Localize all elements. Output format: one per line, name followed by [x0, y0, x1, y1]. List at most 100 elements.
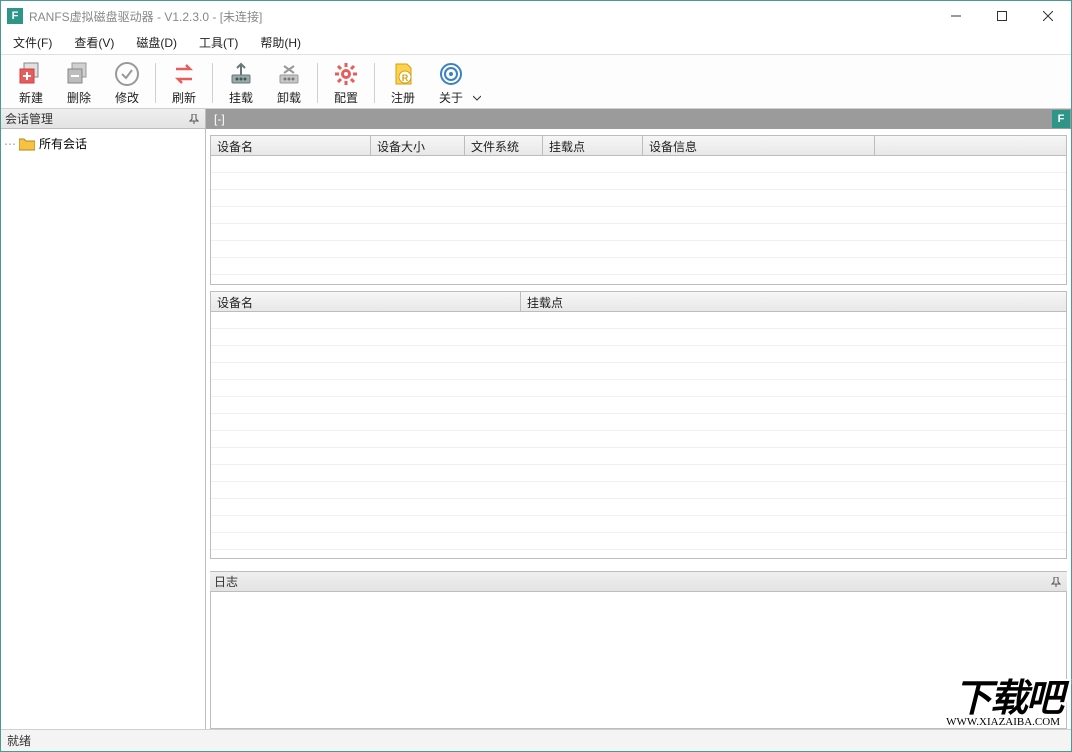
- status-bar: 就绪: [1, 729, 1071, 751]
- unmount-button[interactable]: 卸载: [265, 58, 313, 108]
- menu-tool[interactable]: 工具(T): [195, 32, 242, 53]
- table-row: [211, 482, 1066, 499]
- status-text: 就绪: [7, 732, 31, 749]
- tree-root-item[interactable]: ⋯ 所有会话: [3, 133, 203, 154]
- col-device-name[interactable]: 设备名: [211, 136, 371, 155]
- mount-grid: 设备名 挂载点: [210, 291, 1067, 559]
- table-row: [211, 533, 1066, 550]
- toolbar-separator: [317, 63, 318, 103]
- mount-label: 挂载: [229, 89, 253, 106]
- log-panel-title: 日志: [214, 573, 238, 590]
- refresh-label: 刷新: [172, 89, 196, 106]
- toolbar: 新建 删除 修改 刷新 挂载: [1, 55, 1071, 109]
- table-row: [211, 173, 1066, 190]
- tab-unconnected[interactable]: [-]: [206, 112, 233, 126]
- grids-container: 设备名 设备大小 文件系统 挂载点 设备信息: [206, 129, 1071, 729]
- about-button[interactable]: 关于: [427, 58, 475, 108]
- folder-icon: [19, 137, 35, 151]
- table-row: [211, 516, 1066, 533]
- minimize-button[interactable]: [933, 1, 979, 31]
- col-filesystem[interactable]: 文件系统: [465, 136, 543, 155]
- chevron-down-icon: [473, 94, 481, 102]
- log-panel-header: 日志: [210, 572, 1067, 592]
- log-body[interactable]: [210, 592, 1067, 729]
- log-pin-button[interactable]: [1049, 575, 1063, 589]
- device-grid: 设备名 设备大小 文件系统 挂载点 设备信息: [210, 135, 1067, 285]
- delete-icon: [65, 60, 93, 88]
- window-title: RANFS虚拟磁盘驱动器 - V1.2.3.0 - [未连接]: [29, 8, 933, 25]
- maximize-icon: [997, 11, 1007, 21]
- modify-label: 修改: [115, 89, 139, 106]
- delete-button[interactable]: 删除: [55, 58, 103, 108]
- col-device-size[interactable]: 设备大小: [371, 136, 465, 155]
- menu-file[interactable]: 文件(F): [9, 32, 56, 53]
- tree-connector: ⋯: [5, 137, 15, 151]
- session-panel: 会话管理 ⋯ 所有会话: [1, 109, 206, 729]
- config-label: 配置: [334, 89, 358, 106]
- col-device-info[interactable]: 设备信息: [643, 136, 875, 155]
- table-row: [211, 329, 1066, 346]
- session-tree[interactable]: ⋯ 所有会话: [1, 129, 205, 729]
- table-row: [211, 363, 1066, 380]
- modify-icon: [113, 60, 141, 88]
- about-label: 关于: [439, 89, 463, 106]
- session-panel-header: 会话管理: [1, 109, 205, 129]
- table-row: [211, 397, 1066, 414]
- main-window: F RANFS虚拟磁盘驱动器 - V1.2.3.0 - [未连接] 文件(F) …: [0, 0, 1072, 752]
- table-row: [211, 448, 1066, 465]
- table-row: [211, 431, 1066, 448]
- table-row: [211, 312, 1066, 329]
- col2-mountpoint[interactable]: 挂载点: [521, 292, 1066, 311]
- config-button[interactable]: 配置: [322, 58, 370, 108]
- toolbar-separator: [212, 63, 213, 103]
- col-mountpoint[interactable]: 挂载点: [543, 136, 643, 155]
- title-bar: F RANFS虚拟磁盘驱动器 - V1.2.3.0 - [未连接]: [1, 1, 1071, 31]
- menu-bar: 文件(F) 查看(V) 磁盘(D) 工具(T) 帮助(H): [1, 31, 1071, 55]
- col2-device-name[interactable]: 设备名: [211, 292, 521, 311]
- table-row: [211, 346, 1066, 363]
- refresh-button[interactable]: 刷新: [160, 58, 208, 108]
- delete-label: 删除: [67, 89, 91, 106]
- new-icon: [17, 60, 45, 88]
- modify-button[interactable]: 修改: [103, 58, 151, 108]
- refresh-icon: [170, 60, 198, 88]
- content-area: [-] F 设备名 设备大小 文件系统 挂载点 设备信息: [206, 109, 1071, 729]
- table-row: [211, 207, 1066, 224]
- table-row: [211, 258, 1066, 275]
- maximize-button[interactable]: [979, 1, 1025, 31]
- app-icon: F: [7, 8, 23, 24]
- about-icon: [437, 60, 465, 88]
- table-row: [211, 224, 1066, 241]
- mount-icon: [227, 60, 255, 88]
- mount-grid-header: 设备名 挂载点: [211, 292, 1066, 312]
- tab-bar: [-] F: [206, 109, 1071, 129]
- new-button[interactable]: 新建: [7, 58, 55, 108]
- menu-view[interactable]: 查看(V): [70, 32, 118, 53]
- session-panel-title: 会话管理: [5, 110, 53, 127]
- toolbar-separator: [155, 63, 156, 103]
- unmount-icon: [275, 60, 303, 88]
- table-row: [211, 190, 1066, 207]
- col-spacer: [875, 136, 1066, 155]
- log-panel: 日志: [210, 571, 1067, 729]
- menu-help[interactable]: 帮助(H): [256, 32, 305, 53]
- pin-icon: [1051, 577, 1061, 587]
- close-button[interactable]: [1025, 1, 1071, 31]
- mount-grid-body[interactable]: [211, 312, 1066, 558]
- svg-text:R: R: [402, 73, 409, 83]
- device-grid-body[interactable]: [211, 156, 1066, 284]
- tab-app-icon: F: [1052, 110, 1070, 128]
- table-row: [211, 414, 1066, 431]
- table-row: [211, 241, 1066, 258]
- toolbar-overflow[interactable]: [473, 58, 481, 108]
- tree-root-label: 所有会话: [39, 135, 87, 152]
- table-row: [211, 499, 1066, 516]
- menu-disk[interactable]: 磁盘(D): [132, 32, 181, 53]
- register-button[interactable]: R 注册: [379, 58, 427, 108]
- close-icon: [1043, 11, 1053, 21]
- toolbar-separator: [374, 63, 375, 103]
- main-area: 会话管理 ⋯ 所有会话 [-] F: [1, 109, 1071, 729]
- register-icon: R: [389, 60, 417, 88]
- mount-button[interactable]: 挂载: [217, 58, 265, 108]
- pin-button[interactable]: [187, 112, 201, 126]
